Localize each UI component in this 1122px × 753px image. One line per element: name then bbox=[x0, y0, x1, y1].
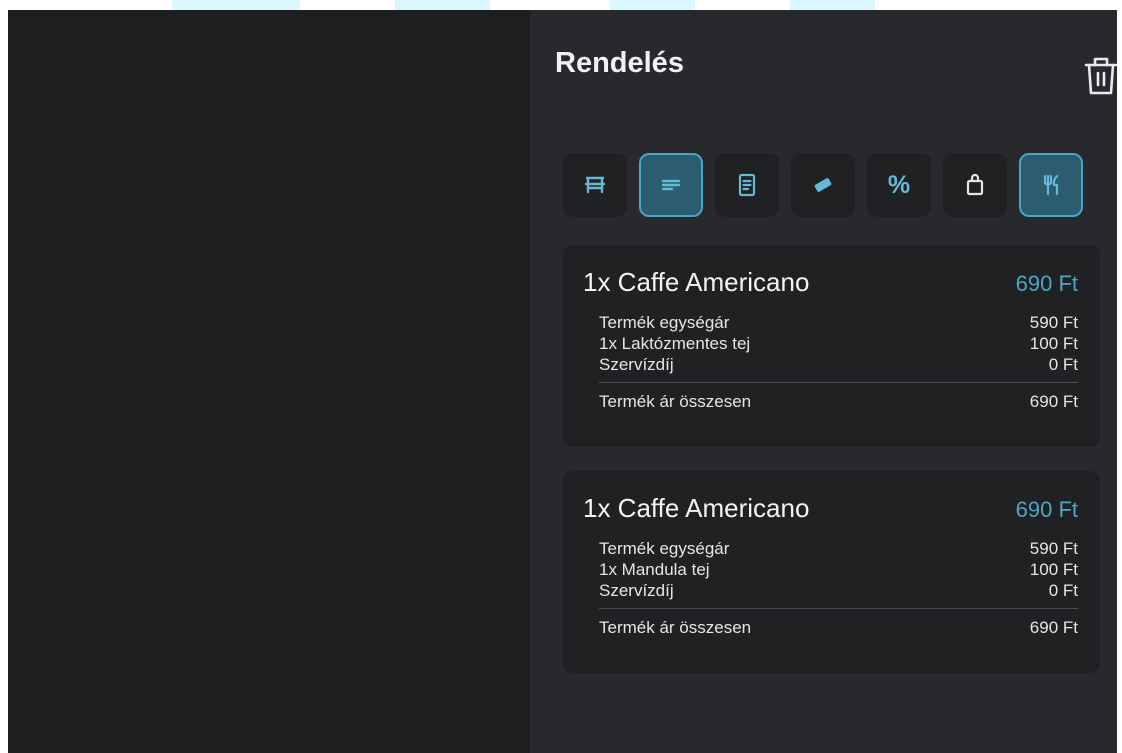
extra-row: 1x Mandula tej 100 Ft bbox=[599, 559, 1078, 580]
unit-price-row: Termék egységár 590 Ft bbox=[599, 538, 1078, 559]
item-total-row: Termék ár összesen 690 Ft bbox=[599, 391, 1078, 412]
unit-price-value: 590 Ft bbox=[1029, 313, 1078, 332]
tab-card[interactable] bbox=[791, 153, 855, 217]
item-total-label: Termék ár összesen bbox=[599, 618, 752, 637]
card-icon bbox=[814, 178, 832, 192]
service-fee-label: Szervízdíj bbox=[599, 355, 674, 374]
item-total-value: 690 Ft bbox=[1029, 618, 1078, 637]
item-total-value: 690 Ft bbox=[1029, 392, 1078, 411]
tab-lines[interactable] bbox=[639, 153, 703, 217]
tab-cutlery[interactable] bbox=[1019, 153, 1083, 217]
tab-percent[interactable]: % bbox=[867, 153, 931, 217]
top-highlight bbox=[172, 0, 300, 10]
top-band bbox=[0, 0, 1122, 10]
order-item-card[interactable]: 1x Caffe Americano 690 Ft Termék egységá… bbox=[563, 471, 1100, 673]
divider bbox=[599, 608, 1078, 609]
tab-bag[interactable] bbox=[943, 153, 1007, 217]
order-item-card[interactable]: 1x Caffe Americano 690 Ft Termék egységá… bbox=[563, 245, 1100, 447]
extra-label: 1x Laktózmentes tej bbox=[599, 334, 751, 353]
unit-price-label: Termék egységár bbox=[599, 539, 730, 558]
item-total-label: Termék ár összesen bbox=[599, 392, 752, 411]
lines-icon bbox=[661, 179, 681, 191]
unit-price-label: Termék egységár bbox=[599, 313, 730, 332]
bag-icon bbox=[966, 173, 984, 196]
cutlery-icon bbox=[1043, 174, 1059, 196]
service-fee-row: Szervízdíj 0 Ft bbox=[599, 354, 1078, 375]
top-highlight bbox=[395, 0, 490, 10]
extra-label: 1x Mandula tej bbox=[599, 560, 710, 579]
unit-price-value: 590 Ft bbox=[1029, 539, 1078, 558]
item-name: 1x Caffe Americano bbox=[583, 267, 810, 297]
service-fee-value: 0 Ft bbox=[1048, 355, 1078, 374]
order-panel: Rendelés % 1x Caffe Americano 690 Ft Ter… bbox=[530, 10, 1119, 753]
service-fee-row: Szervízdíj 0 Ft bbox=[599, 580, 1078, 601]
item-price: 690 Ft bbox=[1015, 497, 1078, 522]
receipt-icon bbox=[738, 173, 756, 197]
extra-row: 1x Laktózmentes tej 100 Ft bbox=[599, 333, 1078, 354]
item-price: 690 Ft bbox=[1015, 271, 1078, 296]
percent-icon: % bbox=[887, 170, 911, 199]
unit-price-row: Termék egységár 590 Ft bbox=[599, 312, 1078, 333]
item-name: 1x Caffe Americano bbox=[583, 493, 810, 523]
item-total-row: Termék ár összesen 690 Ft bbox=[599, 617, 1078, 638]
extra-value: 100 Ft bbox=[1029, 334, 1078, 353]
service-fee-label: Szervízdíj bbox=[599, 581, 674, 600]
tab-table[interactable] bbox=[563, 153, 627, 217]
table-icon bbox=[584, 176, 606, 194]
extra-value: 100 Ft bbox=[1029, 560, 1078, 579]
order-title: Rendelés bbox=[555, 47, 684, 79]
top-highlight bbox=[610, 0, 695, 10]
tab-receipt[interactable] bbox=[715, 153, 779, 217]
trash-icon[interactable] bbox=[1083, 54, 1119, 98]
service-fee-value: 0 Ft bbox=[1048, 581, 1078, 600]
top-highlight bbox=[790, 0, 875, 10]
left-pane bbox=[8, 10, 530, 753]
divider bbox=[599, 382, 1078, 383]
